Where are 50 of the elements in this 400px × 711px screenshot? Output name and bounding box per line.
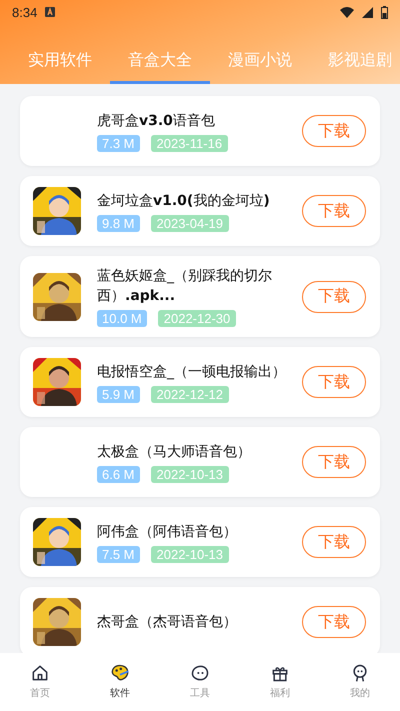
app-title: 太极盒（马大师语音包） — [97, 442, 252, 462]
battery-icon — [381, 6, 388, 18]
category-tab[interactable]: 实用软件 — [10, 50, 110, 84]
status-time: 8:34 — [12, 4, 38, 20]
file-size-tag: 7.3 M — [97, 134, 140, 152]
nav-item[interactable]: 软件 — [80, 657, 160, 711]
date-tag: 2022-12-12 — [150, 386, 230, 402]
app-card[interactable]: 阿伟盒（阿伟语音包） 7.5 M 2022-10-13 下载 — [20, 507, 380, 577]
app-title: 阿伟盒（阿伟语音包） — [97, 522, 238, 542]
date-tag: 2022-12-30 — [158, 310, 236, 327]
category-tab[interactable]: 影视追剧 — [310, 50, 400, 84]
file-size-tag: 7.5 M — [97, 546, 140, 562]
app-card[interactable]: 蓝色妖姬盒_（别踩我的切尔西）.apk... 10.0 M 2022-12-30 下载 — [20, 256, 380, 337]
download-button[interactable]: 下载 — [302, 366, 366, 398]
date-tag: 2022-10-13 — [150, 546, 230, 562]
date-tag: 2023-11-16 — [150, 134, 228, 152]
app-card[interactable]: 太极盒（马大师语音包） 6.6 M 2022-10-13 下载 — [20, 427, 380, 497]
app-card[interactable]: 金坷垃盒v1.0(我的金坷垃) 9.8 M 2023-04-19 下载 — [20, 176, 380, 246]
download-button[interactable]: 下载 — [302, 280, 366, 312]
wifi-icon — [340, 6, 354, 18]
file-size-tag: 5.9 M — [97, 386, 140, 402]
app-title: 电报悟空盒_（一顿电报输出） — [97, 362, 287, 382]
category-tab[interactable]: 漫画小说 — [210, 50, 310, 84]
home-icon — [30, 663, 50, 683]
category-tab[interactable]: 音盒大全 — [110, 50, 210, 84]
blob-icon — [190, 663, 210, 683]
app-title: 虎哥盒v3.0语音包 — [97, 112, 216, 130]
nav-item[interactable]: 福利 — [240, 657, 320, 711]
download-button[interactable]: 下载 — [302, 526, 366, 558]
app-title: 金坷垃盒v1.0(我的金坷垃) — [97, 192, 271, 210]
download-button[interactable]: 下载 — [302, 115, 366, 147]
nav-item[interactable]: 工具 — [160, 657, 240, 711]
date-tag: 2022-10-13 — [150, 466, 230, 482]
notification-icon — [45, 7, 56, 17]
download-button[interactable]: 下载 — [302, 606, 366, 638]
nav-item[interactable]: 首页 — [0, 657, 80, 711]
app-card[interactable]: 电报悟空盒_（一顿电报输出） 5.9 M 2022-12-12 下载 — [20, 347, 380, 417]
app-card[interactable]: 杰哥盒（杰哥语音包） 下载 — [20, 587, 380, 653]
date-tag: 2023-04-19 — [150, 214, 230, 232]
signal-icon — [362, 6, 373, 18]
app-title: 蓝色妖姬盒_（别踩我的切尔西）.apk... — [97, 267, 273, 306]
app-title: 杰哥盒（杰哥语音包） — [97, 613, 238, 632]
download-button[interactable]: 下载 — [302, 195, 366, 227]
palette-icon — [110, 663, 130, 683]
file-size-tag: 9.8 M — [97, 214, 140, 232]
file-size-tag: 6.6 M — [97, 466, 140, 482]
app-card[interactable]: 虎哥盒v3.0语音包 7.3 M 2023-11-16 下载 — [20, 96, 380, 166]
download-button[interactable]: 下载 — [302, 446, 366, 478]
nav-item[interactable]: 我的 — [320, 657, 400, 711]
file-size-tag: 10.0 M — [97, 310, 147, 327]
